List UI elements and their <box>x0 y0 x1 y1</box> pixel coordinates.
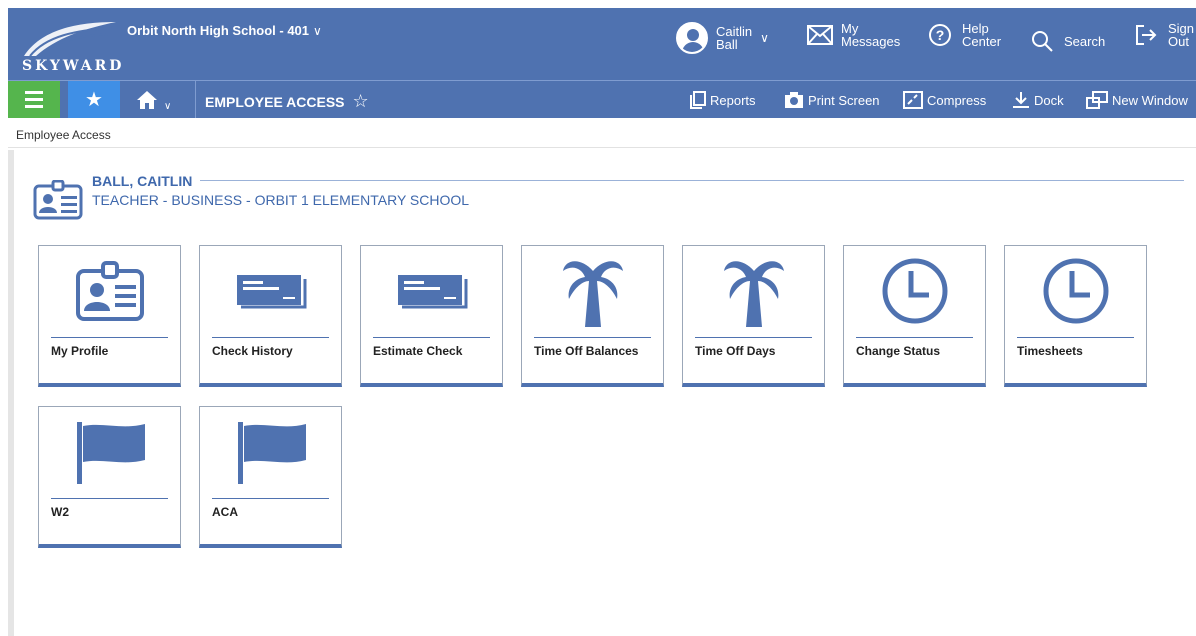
navigation-bar: ★ ∨ EMPLOYEE ACCESS ☆ Reports Print Scre… <box>8 80 1196 118</box>
tile-my-profile[interactable]: My Profile <box>38 245 181 387</box>
reports-label: Reports <box>710 92 756 108</box>
check-icon <box>236 275 306 309</box>
compress-icon <box>903 91 923 109</box>
id-card-icon <box>33 180 83 220</box>
tile-label: Check History <box>212 344 293 358</box>
tile-time-off-balances[interactable]: Time Off Balances <box>521 245 664 387</box>
chevron-down-icon: ∨ <box>760 31 769 45</box>
clock-icon <box>1043 258 1108 324</box>
new-window-icon <box>1086 91 1108 109</box>
palm-tree-icon <box>723 261 784 327</box>
tile-check-history[interactable]: Check History <box>199 245 342 387</box>
logo-text: SKYWARD <box>22 58 125 74</box>
breadcrumb: Employee Access <box>16 128 111 142</box>
print-screen-label: Print Screen <box>808 92 880 108</box>
check-icon <box>397 275 467 309</box>
tile-label: ACA <box>212 505 238 519</box>
sign-out-icon <box>1136 25 1157 45</box>
tile-time-off-days[interactable]: Time Off Days <box>682 245 825 387</box>
employee-role: TEACHER - BUSINESS - ORBIT 1 ELEMENTARY … <box>92 192 470 208</box>
clock-icon <box>882 258 947 324</box>
reports-button[interactable]: Reports <box>690 91 756 109</box>
messages-label-2: Messages <box>841 34 901 49</box>
menu-button[interactable] <box>8 81 60 118</box>
skyward-logo[interactable]: SKYWARD <box>16 20 121 76</box>
home-icon <box>137 90 157 109</box>
flag-icon <box>76 422 145 484</box>
dock-button[interactable]: Dock <box>1012 91 1064 109</box>
dock-icon <box>1013 92 1029 108</box>
search-button[interactable]: Search <box>1030 29 1105 53</box>
tile-aca[interactable]: ACA <box>199 406 342 548</box>
dock-label: Dock <box>1034 92 1064 108</box>
tile-label: Time Off Balances <box>534 344 639 358</box>
help-label-2: Center <box>962 34 1002 49</box>
palm-tree-icon <box>562 261 623 327</box>
page-title: EMPLOYEE ACCESS ☆ <box>205 91 369 112</box>
search-label: Search <box>1064 33 1106 49</box>
tile-change-status[interactable]: Change Status <box>843 245 986 387</box>
messages-button[interactable]: My Messages <box>807 22 900 48</box>
help-icon: ? <box>929 24 951 46</box>
left-rail <box>8 150 14 636</box>
new-window-button[interactable]: New Window <box>1086 91 1188 109</box>
favorites-button[interactable]: ★ <box>68 81 120 118</box>
star-icon: ★ <box>85 89 103 111</box>
tile-w2[interactable]: W2 <box>38 406 181 548</box>
tile-label: W2 <box>51 505 69 519</box>
employee-name: BALL, CAITLIN <box>92 173 193 189</box>
chevron-down-icon: ∨ <box>164 101 172 112</box>
print-screen-button[interactable]: Print Screen <box>784 91 880 109</box>
top-header: SKYWARD Orbit North High School - 401 ∨ … <box>8 8 1196 80</box>
chevron-down-icon: ∨ <box>313 23 322 38</box>
search-icon <box>1032 31 1053 52</box>
new-window-label: New Window <box>1112 92 1188 108</box>
tile-label: Timesheets <box>1017 344 1083 358</box>
compress-label: Compress <box>927 92 987 108</box>
envelope-icon <box>807 25 833 45</box>
id-card-icon <box>75 261 144 321</box>
tile-label: Change Status <box>856 344 941 358</box>
sign-out-label-2: Out <box>1168 34 1189 49</box>
school-selector[interactable]: Orbit North High School - 401 ∨ <box>127 23 322 38</box>
swoosh-icon <box>24 22 116 57</box>
camera-icon <box>785 92 803 108</box>
hamburger-icon <box>25 91 43 94</box>
school-name: Orbit North High School - 401 <box>127 23 310 38</box>
tile-estimate-check[interactable]: Estimate Check <box>360 245 503 387</box>
reports-icon <box>690 91 706 109</box>
compress-button[interactable]: Compress <box>903 91 986 109</box>
tile-label: Estimate Check <box>373 344 463 358</box>
flag-icon <box>237 422 306 484</box>
employee-divider <box>200 180 1184 181</box>
sign-out-button[interactable]: Sign Out <box>1134 22 1194 48</box>
tile-timesheets[interactable]: Timesheets <box>1004 245 1147 387</box>
home-button[interactable]: ∨ <box>126 81 196 118</box>
help-center-button[interactable]: ? Help Center <box>928 22 1001 48</box>
favorite-star-icon[interactable]: ☆ <box>353 91 369 112</box>
divider <box>8 147 1196 148</box>
user-menu[interactable]: Caitlin Ball ∨ <box>676 22 769 54</box>
user-last-name: Ball <box>716 37 738 52</box>
tile-label: My Profile <box>51 344 109 358</box>
svg-text:?: ? <box>936 27 945 43</box>
tile-label: Time Off Days <box>695 344 776 358</box>
avatar-icon <box>676 22 708 54</box>
page-title-text: EMPLOYEE ACCESS <box>205 93 345 110</box>
